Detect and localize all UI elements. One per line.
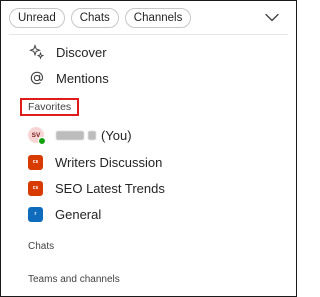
presence-available-icon	[38, 137, 46, 145]
self-suffix: (You)	[101, 127, 132, 143]
nav-discover[interactable]: Discover	[28, 42, 107, 62]
favorite-label: Writers Discussion	[55, 154, 163, 170]
nav-mentions[interactable]: Mentions	[28, 68, 109, 88]
favorite-seo-latest-trends[interactable]: cs SEO Latest Trends	[28, 179, 165, 197]
favorite-label: General	[55, 206, 102, 222]
channel-avatar-icon: cs	[28, 180, 43, 196]
at-sign-icon	[28, 69, 46, 87]
channel-avatar-icon: cs	[28, 154, 43, 170]
favorite-writers-discussion[interactable]: cs Writers Discussion	[28, 153, 162, 171]
divider	[9, 34, 288, 35]
chevron-down-icon[interactable]	[265, 13, 279, 22]
filter-bar: Unread Chats Channels	[9, 8, 192, 28]
section-chats[interactable]: Chats	[28, 241, 54, 252]
sparkle-icon	[28, 43, 46, 61]
filter-channels-button[interactable]: Channels	[124, 8, 192, 28]
chat-list-panel: Unread Chats Channels Discover Mentions …	[0, 0, 297, 297]
redacted-name	[56, 130, 84, 140]
redacted-name-part	[88, 130, 96, 140]
channel-avatar-icon: r	[28, 206, 43, 222]
filter-unread-button[interactable]: Unread	[9, 8, 65, 28]
nav-discover-label: Discover	[56, 44, 107, 60]
favorite-label: SEO Latest Trends	[55, 180, 165, 196]
avatar: SV	[28, 127, 46, 145]
favorite-general[interactable]: r General	[28, 205, 101, 223]
section-teams-and-channels[interactable]: Teams and channels	[28, 274, 120, 285]
favorites-heading[interactable]: Favorites	[28, 101, 71, 113]
filter-chats-button[interactable]: Chats	[70, 8, 119, 28]
self-chat-label: (You)	[56, 128, 132, 143]
nav-mentions-label: Mentions	[56, 70, 109, 86]
favorite-self-chat[interactable]: SV (You)	[28, 126, 132, 145]
